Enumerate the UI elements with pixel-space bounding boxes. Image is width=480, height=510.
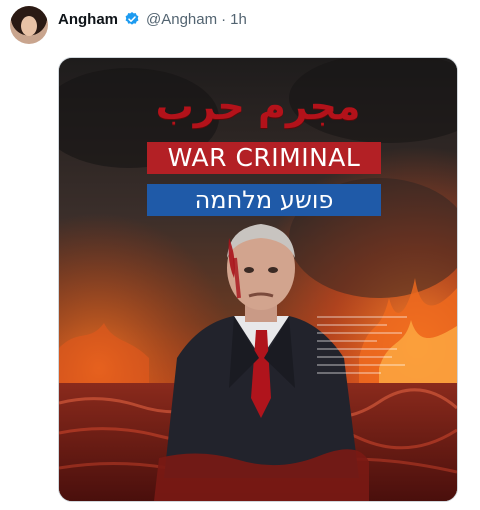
tweet-header: Angham @Angham · 1h [58,9,247,29]
hebrew-banner: פושע מלחמה [147,184,381,216]
profile-avatar[interactable] [10,6,48,44]
verified-badge-icon [125,12,139,25]
display-name[interactable]: Angham [58,11,118,28]
avatar-face [21,16,37,36]
english-banner: WAR CRIMINAL [147,142,381,174]
separator-dot: · [221,10,227,28]
document-overlay [317,316,407,380]
timestamp[interactable]: 1h [230,11,247,28]
tweet-image[interactable]: مجرم حرب WAR CRIMINAL פושע מלחמה [58,57,458,502]
arabic-title: مجرم حرب [155,84,361,128]
user-handle[interactable]: @Angham [146,11,217,28]
